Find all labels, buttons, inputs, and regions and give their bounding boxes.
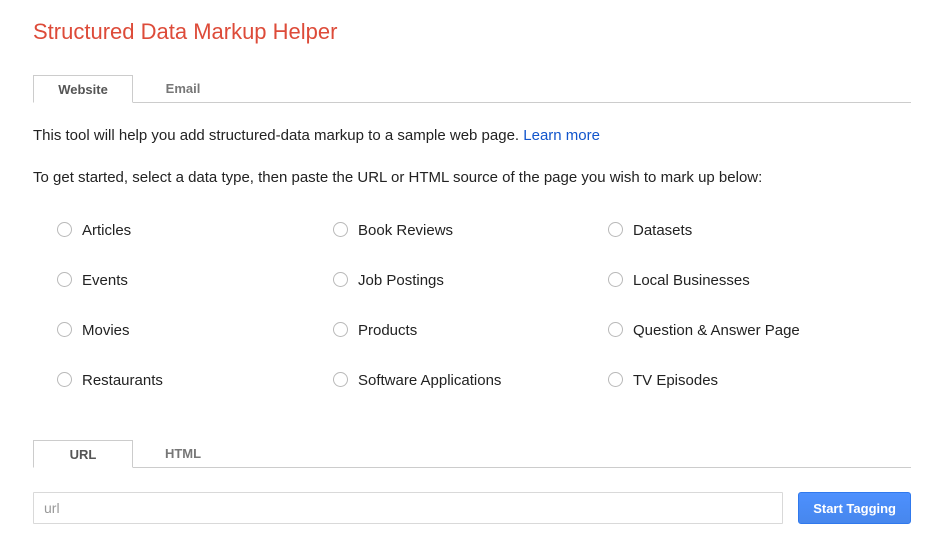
data-type-label: Datasets [633, 222, 693, 239]
intro-text: This tool will help you add structured-d… [33, 128, 911, 144]
data-type-option-tv-episodes[interactable]: TV Episodes [608, 372, 911, 422]
data-type-grid: Articles Book Reviews Datasets Events Job Po… [33, 222, 911, 422]
radio-button-icon[interactable] [608, 322, 623, 337]
data-type-label: Movies [82, 322, 130, 339]
page-title: Structured Data Markup Helper [33, 19, 338, 44]
data-type-label: Events [82, 272, 128, 289]
data-type-label: Local Businesses [633, 272, 750, 289]
data-type-label: Job Postings [358, 272, 444, 289]
data-type-option-job-postings[interactable]: Job Postings [333, 272, 608, 322]
main-content: Structured Data Markup Helper Website Ema… [33, 0, 911, 524]
data-type-option-question-answer-page[interactable]: Question & Answer Page [608, 322, 911, 372]
url-input[interactable] [33, 492, 784, 524]
tab-html[interactable]: HTML [133, 440, 233, 467]
radio-button-icon[interactable] [333, 322, 348, 337]
radio-button-icon[interactable] [57, 272, 72, 287]
learn-more-link[interactable]: Learn more [523, 127, 600, 144]
data-type-label: Question & Answer Page [633, 322, 800, 339]
data-type-option-articles[interactable]: Articles [57, 222, 333, 272]
data-type-label: Products [358, 322, 418, 339]
tab-website[interactable]: Website [33, 75, 133, 103]
url-html-tabbar: URL HTML [33, 440, 911, 468]
data-type-label: TV Episodes [633, 372, 719, 389]
radio-button-icon[interactable] [608, 372, 623, 387]
radio-button-icon[interactable] [57, 222, 72, 237]
intro-text-body: This tool will help you add structured-d… [33, 127, 524, 144]
data-type-option-events[interactable]: Events [57, 272, 333, 322]
tab-email[interactable]: Email [133, 75, 233, 102]
data-type-label: Restaurants [82, 372, 163, 389]
data-type-option-movies[interactable]: Movies [57, 322, 333, 372]
website-email-tabbar: Website Email [33, 75, 911, 103]
tab-url[interactable]: URL [33, 440, 133, 468]
data-type-label: Book Reviews [358, 222, 454, 239]
data-type-option-products[interactable]: Products [333, 322, 608, 372]
radio-button-icon[interactable] [333, 222, 348, 237]
instruction-text: To get started, select a data type, then… [33, 169, 763, 186]
data-type-label: Articles [82, 222, 132, 239]
radio-button-icon[interactable] [608, 222, 623, 237]
radio-button-icon[interactable] [57, 372, 72, 387]
url-input-row: Start Tagging [33, 492, 911, 524]
data-type-option-book-reviews[interactable]: Book Reviews [333, 222, 608, 272]
start-tagging-button[interactable]: Start Tagging [798, 492, 911, 524]
radio-button-icon[interactable] [57, 322, 72, 337]
radio-button-icon[interactable] [333, 272, 348, 287]
radio-button-icon[interactable] [333, 372, 348, 387]
data-type-option-datasets[interactable]: Datasets [608, 222, 911, 272]
data-type-option-restaurants[interactable]: Restaurants [57, 372, 333, 422]
radio-button-icon[interactable] [608, 272, 623, 287]
data-type-label: Software Applications [358, 372, 502, 389]
data-type-option-software-applications[interactable]: Software Applications [333, 372, 608, 422]
data-type-option-local-businesses[interactable]: Local Businesses [608, 272, 911, 322]
